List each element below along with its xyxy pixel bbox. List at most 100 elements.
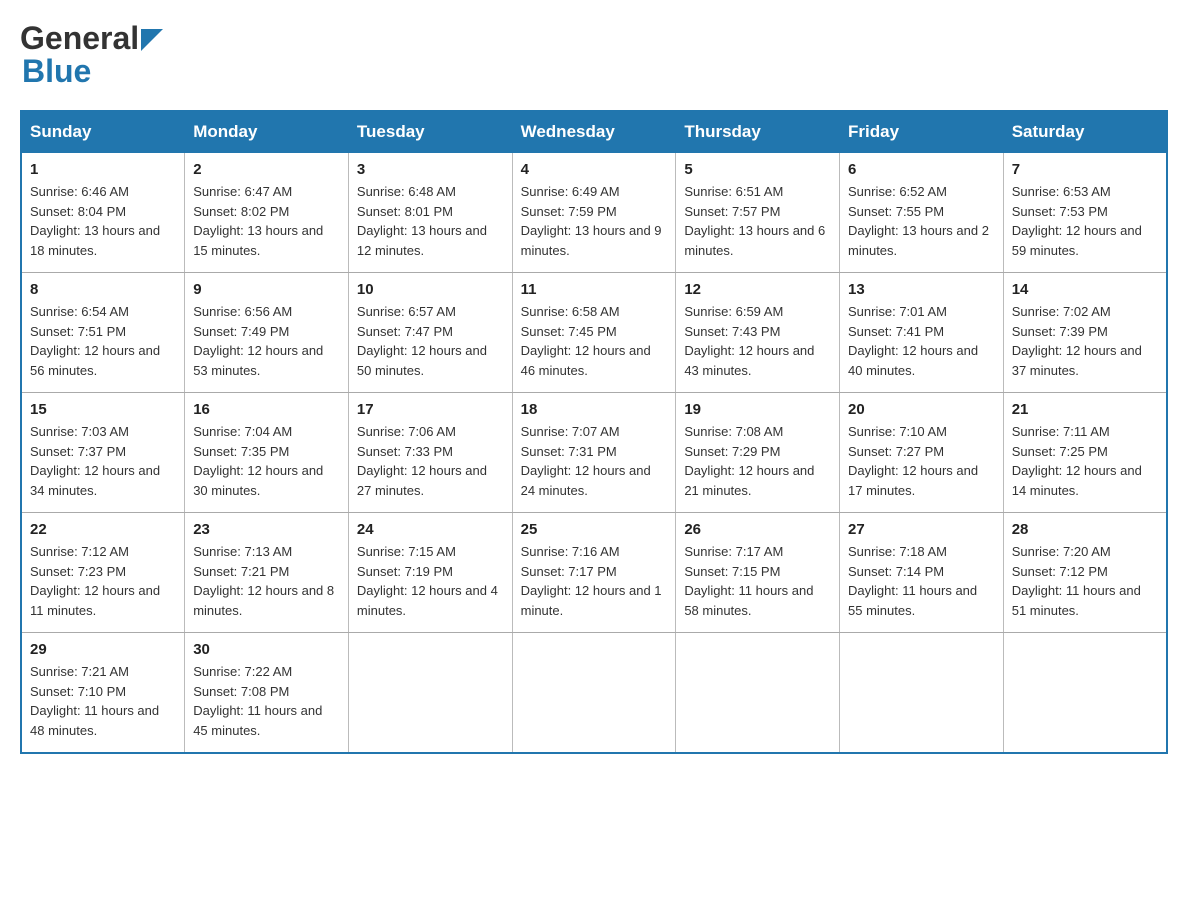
day-number: 10 [357,281,504,298]
page-header: General Blue [20,20,1168,90]
logo: General Blue [20,20,163,90]
day-info: Sunrise: 6:47 AMSunset: 8:02 PMDaylight:… [193,182,340,260]
day-info: Sunrise: 6:54 AMSunset: 7:51 PMDaylight:… [30,302,176,380]
day-number: 22 [30,521,176,538]
day-info: Sunrise: 7:10 AMSunset: 7:27 PMDaylight:… [848,422,995,500]
day-number: 13 [848,281,995,298]
day-number: 24 [357,521,504,538]
calendar-cell: 24 Sunrise: 7:15 AMSunset: 7:19 PMDayligh… [348,513,512,633]
day-number: 17 [357,401,504,418]
day-number: 16 [193,401,340,418]
calendar-cell: 10 Sunrise: 6:57 AMSunset: 7:47 PMDayligh… [348,273,512,393]
calendar-cell: 19 Sunrise: 7:08 AMSunset: 7:29 PMDayligh… [676,393,840,513]
day-number: 12 [684,281,831,298]
day-number: 1 [30,161,176,178]
day-number: 25 [521,521,668,538]
day-info: Sunrise: 6:48 AMSunset: 8:01 PMDaylight:… [357,182,504,260]
day-info: Sunrise: 7:20 AMSunset: 7:12 PMDaylight:… [1012,542,1158,620]
day-number: 2 [193,161,340,178]
day-info: Sunrise: 7:04 AMSunset: 7:35 PMDaylight:… [193,422,340,500]
calendar-table: SundayMondayTuesdayWednesdayThursdayFrid… [20,110,1168,754]
calendar-cell: 23 Sunrise: 7:13 AMSunset: 7:21 PMDayligh… [185,513,349,633]
day-info: Sunrise: 7:15 AMSunset: 7:19 PMDaylight:… [357,542,504,620]
calendar-week-row: 29Sunrise: 7:21 AMSunset: 7:10 PMDayligh… [21,633,1167,754]
day-info: Sunrise: 7:02 AMSunset: 7:39 PMDaylight:… [1012,302,1158,380]
calendar-cell [512,633,676,754]
calendar-cell [676,633,840,754]
day-info: Sunrise: 6:59 AMSunset: 7:43 PMDaylight:… [684,302,831,380]
day-number: 21 [1012,401,1158,418]
day-info: Sunrise: 6:51 AMSunset: 7:57 PMDaylight:… [684,182,831,260]
day-number: 20 [848,401,995,418]
calendar-cell: 28 Sunrise: 7:20 AMSunset: 7:12 PMDayligh… [1003,513,1167,633]
day-number: 9 [193,281,340,298]
calendar-cell: 21 Sunrise: 7:11 AMSunset: 7:25 PMDayligh… [1003,393,1167,513]
calendar-header-wednesday: Wednesday [512,111,676,153]
calendar-cell: 11Sunrise: 6:58 AMSunset: 7:45 PMDayligh… [512,273,676,393]
calendar-cell: 12 Sunrise: 6:59 AMSunset: 7:43 PMDayligh… [676,273,840,393]
calendar-cell [1003,633,1167,754]
day-number: 14 [1012,281,1158,298]
calendar-cell: 9Sunrise: 6:56 AMSunset: 7:49 PMDaylight… [185,273,349,393]
calendar-cell [840,633,1004,754]
calendar-cell: 14 Sunrise: 7:02 AMSunset: 7:39 PMDayligh… [1003,273,1167,393]
day-info: Sunrise: 7:13 AMSunset: 7:21 PMDaylight:… [193,542,340,620]
calendar-cell [348,633,512,754]
calendar-cell: 15 Sunrise: 7:03 AMSunset: 7:37 PMDayligh… [21,393,185,513]
day-info: Sunrise: 7:18 AMSunset: 7:14 PMDaylight:… [848,542,995,620]
calendar-header-friday: Friday [840,111,1004,153]
day-info: Sunrise: 6:46 AMSunset: 8:04 PMDaylight:… [30,182,176,260]
calendar-cell: 3 Sunrise: 6:48 AMSunset: 8:01 PMDaylight… [348,153,512,273]
calendar-header-monday: Monday [185,111,349,153]
day-info: Sunrise: 6:49 AMSunset: 7:59 PMDaylight:… [521,182,668,260]
calendar-cell: 13 Sunrise: 7:01 AMSunset: 7:41 PMDayligh… [840,273,1004,393]
day-info: Sunrise: 7:12 AMSunset: 7:23 PMDaylight:… [30,542,176,620]
calendar-week-row: 15 Sunrise: 7:03 AMSunset: 7:37 PMDayligh… [21,393,1167,513]
calendar-cell: 22 Sunrise: 7:12 AMSunset: 7:23 PMDayligh… [21,513,185,633]
calendar-cell: 16 Sunrise: 7:04 AMSunset: 7:35 PMDayligh… [185,393,349,513]
day-info: Sunrise: 7:07 AMSunset: 7:31 PMDaylight:… [521,422,668,500]
day-number: 26 [684,521,831,538]
logo-blue-text: Blue [22,53,91,89]
day-number: 15 [30,401,176,418]
logo-arrow-icon [141,29,163,51]
day-number: 8 [30,281,176,298]
calendar-cell: 6 Sunrise: 6:52 AMSunset: 7:55 PMDaylight… [840,153,1004,273]
day-info: Sunrise: 6:53 AMSunset: 7:53 PMDaylight:… [1012,182,1158,260]
calendar-cell: 17 Sunrise: 7:06 AMSunset: 7:33 PMDayligh… [348,393,512,513]
day-info: Sunrise: 7:16 AMSunset: 7:17 PMDaylight:… [521,542,668,620]
day-info: Sunrise: 6:57 AMSunset: 7:47 PMDaylight:… [357,302,504,380]
calendar-cell: 29Sunrise: 7:21 AMSunset: 7:10 PMDayligh… [21,633,185,754]
calendar-cell: 20 Sunrise: 7:10 AMSunset: 7:27 PMDayligh… [840,393,1004,513]
day-number: 6 [848,161,995,178]
calendar-week-row: 22 Sunrise: 7:12 AMSunset: 7:23 PMDayligh… [21,513,1167,633]
calendar-cell: 4 Sunrise: 6:49 AMSunset: 7:59 PMDaylight… [512,153,676,273]
day-info: Sunrise: 7:08 AMSunset: 7:29 PMDaylight:… [684,422,831,500]
calendar-cell: 26Sunrise: 7:17 AMSunset: 7:15 PMDayligh… [676,513,840,633]
calendar-cell: 25 Sunrise: 7:16 AMSunset: 7:17 PMDayligh… [512,513,676,633]
day-number: 27 [848,521,995,538]
day-number: 3 [357,161,504,178]
day-number: 19 [684,401,831,418]
calendar-cell: 18Sunrise: 7:07 AMSunset: 7:31 PMDayligh… [512,393,676,513]
day-info: Sunrise: 7:11 AMSunset: 7:25 PMDaylight:… [1012,422,1158,500]
day-info: Sunrise: 6:58 AMSunset: 7:45 PMDaylight:… [521,302,668,380]
day-number: 4 [521,161,668,178]
calendar-header-thursday: Thursday [676,111,840,153]
day-info: Sunrise: 7:01 AMSunset: 7:41 PMDaylight:… [848,302,995,380]
calendar-week-row: 8 Sunrise: 6:54 AMSunset: 7:51 PMDaylight… [21,273,1167,393]
calendar-header-tuesday: Tuesday [348,111,512,153]
day-info: Sunrise: 7:06 AMSunset: 7:33 PMDaylight:… [357,422,504,500]
calendar-week-row: 1 Sunrise: 6:46 AMSunset: 8:04 PMDaylight… [21,153,1167,273]
day-number: 28 [1012,521,1158,538]
calendar-cell: 27 Sunrise: 7:18 AMSunset: 7:14 PMDayligh… [840,513,1004,633]
calendar-cell: 8 Sunrise: 6:54 AMSunset: 7:51 PMDaylight… [21,273,185,393]
calendar-header-saturday: Saturday [1003,111,1167,153]
calendar-cell: 2 Sunrise: 6:47 AMSunset: 8:02 PMDaylight… [185,153,349,273]
day-number: 29 [30,641,176,658]
day-number: 23 [193,521,340,538]
calendar-cell: 30Sunrise: 7:22 AMSunset: 7:08 PMDayligh… [185,633,349,754]
day-info: Sunrise: 6:52 AMSunset: 7:55 PMDaylight:… [848,182,995,260]
day-info: Sunrise: 7:03 AMSunset: 7:37 PMDaylight:… [30,422,176,500]
day-number: 7 [1012,161,1158,178]
